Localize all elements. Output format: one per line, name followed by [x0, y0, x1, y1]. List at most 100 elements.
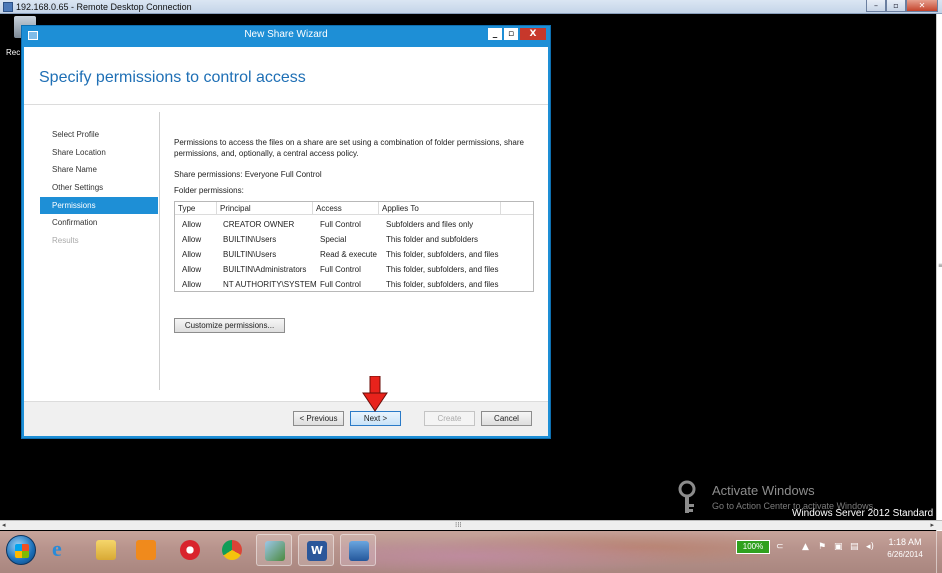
file-explorer-icon [96, 540, 116, 560]
table-header: Type Principal Access Applies To [175, 202, 533, 215]
nav-step-other-settings[interactable]: Other Settings [40, 179, 158, 196]
scroll-grip-icon[interactable]: ⁞⁞⁞ [455, 521, 462, 529]
nav-step-permissions[interactable]: Permissions [40, 197, 158, 214]
table-row[interactable]: Allow NT AUTHORITY\SYSTEM Full Control T… [175, 277, 533, 292]
start-button[interactable] [6, 535, 36, 565]
wizard-footer: < Previous Next > Create Cancel [24, 401, 548, 436]
wizard-content: Permissions to access the files on a sha… [174, 112, 536, 390]
photos-button[interactable] [256, 534, 292, 566]
annotation-arrow-icon [362, 376, 388, 412]
internet-explorer-button[interactable]: e [44, 534, 80, 566]
column-header-applies-to[interactable]: Applies To [379, 202, 501, 215]
table-row[interactable]: Allow BUILTIN\Users Special This folder … [175, 232, 533, 247]
column-header-type[interactable]: Type [175, 202, 217, 215]
cell-type: Allow [182, 250, 202, 259]
cell-access: Read & execute [320, 250, 377, 259]
network-icon[interactable]: ▤ [850, 542, 859, 552]
cell-applies-to: Subfolders and files only [386, 220, 474, 229]
cell-access: Special [320, 235, 347, 244]
wizard-window-controls: _ ▫ X [487, 27, 547, 41]
windows-logo-icon [15, 544, 29, 558]
next-button[interactable]: Next > [350, 411, 401, 426]
share-permissions-text: Share permissions: Everyone Full Control [174, 170, 322, 179]
remote-desktop-taskbar-button[interactable] [340, 534, 376, 566]
cell-principal: NT AUTHORITY\SYSTEM [223, 280, 317, 289]
chrome-button[interactable] [214, 534, 250, 566]
show-hidden-icons-icon[interactable]: ▲ [802, 542, 809, 552]
rdp-window-title: 192.168.0.65 - Remote Desktop Connection [16, 2, 192, 12]
previous-button[interactable]: < Previous [293, 411, 344, 426]
internet-explorer-icon: e [52, 536, 62, 561]
nav-step-confirmation[interactable]: Confirmation [40, 214, 158, 231]
new-share-wizard-window: New Share Wizard _ ▫ X Specify permissio… [21, 25, 551, 439]
activate-windows-title: Activate Windows [712, 483, 815, 498]
windows-edition-label: Windows Server 2012 Standard [792, 508, 934, 519]
folder-permissions-label: Folder permissions: [174, 186, 244, 195]
wizard-client-area: Specify permissions to control access Se… [24, 47, 548, 436]
column-header-access[interactable]: Access [313, 202, 379, 215]
table-row[interactable]: Allow CREATOR OWNER Full Control Subfold… [175, 217, 533, 232]
battery-indicator[interactable]: 100% [736, 540, 770, 554]
cell-applies-to: This folder, subfolders, and files [386, 265, 499, 274]
volume-icon[interactable]: ◂) [866, 542, 874, 552]
table-row[interactable]: Allow BUILTIN\Administrators Full Contro… [175, 262, 533, 277]
cell-applies-to: This folder, subfolders, and files [386, 250, 499, 259]
chrome-alt-icon [180, 540, 200, 560]
permissions-description: Permissions to access the files on a sha… [174, 138, 524, 158]
chrome-icon [222, 540, 242, 560]
nav-step-share-name[interactable]: Share Name [40, 161, 158, 178]
power-plug-icon[interactable]: ⊂ [776, 542, 784, 552]
remote-desktop-icon [349, 541, 369, 561]
folder-permissions-table[interactable]: Type Principal Access Applies To Allow C… [174, 201, 534, 292]
taskbar-wallpaper [340, 531, 760, 573]
word-icon: W [307, 541, 327, 561]
table-row[interactable]: Allow BUILTIN\Users Read & execute This … [175, 247, 533, 262]
key-icon [678, 480, 696, 513]
cell-type: Allow [182, 280, 202, 289]
word-button[interactable]: W [298, 534, 334, 566]
media-player-icon [136, 540, 156, 560]
media-player-button[interactable] [128, 534, 164, 566]
cell-type: Allow [182, 220, 202, 229]
remote-desktop-icon [3, 2, 13, 12]
rdp-restore-button[interactable]: ▫ [886, 0, 906, 12]
wizard-title: New Share Wizard [244, 29, 328, 40]
customize-permissions-button[interactable]: Customize permissions... [174, 318, 285, 333]
page-title: Specify permissions to control access [39, 69, 306, 86]
taskbar: e W 100% ⊂ ▲ ⚑ ▣ ▤ ◂) 1:18 AM 6/26/2014 [0, 531, 942, 573]
create-button: Create [424, 411, 475, 426]
show-desktop-button[interactable] [936, 531, 942, 573]
cell-access: Full Control [320, 220, 361, 229]
clock-time[interactable]: 1:18 AM [878, 537, 932, 547]
cell-access: Full Control [320, 265, 361, 274]
wizard-close-button[interactable]: X [519, 27, 547, 41]
rdp-titlebar: 192.168.0.65 - Remote Desktop Connection… [0, 0, 942, 14]
photos-icon [265, 541, 285, 561]
wizard-minimize-button[interactable]: _ [487, 27, 503, 41]
rdp-minimize-button[interactable]: – [866, 0, 886, 12]
nav-step-share-location[interactable]: Share Location [40, 144, 158, 161]
rdp-vertical-scrollbar[interactable]: ≡ [936, 14, 942, 533]
wizard-step-nav: Select Profile Share Location Share Name… [40, 112, 160, 390]
action-center-flag-icon[interactable]: ⚑ [818, 542, 826, 552]
wizard-maximize-button[interactable]: ▫ [503, 27, 519, 41]
wizard-titlebar: New Share Wizard _ ▫ X [22, 26, 550, 47]
device-icon[interactable]: ▣ [834, 542, 843, 552]
cell-principal: CREATOR OWNER [223, 220, 295, 229]
file-explorer-button[interactable] [88, 534, 124, 566]
cancel-button[interactable]: Cancel [481, 411, 532, 426]
wizard-header: Specify permissions to control access [24, 47, 548, 105]
cell-principal: BUILTIN\Administrators [223, 265, 307, 274]
scroll-left-icon[interactable]: ◂ [2, 521, 6, 529]
cell-access: Full Control [320, 280, 361, 289]
cell-applies-to: This folder, subfolders, and files [386, 280, 499, 289]
rdp-close-button[interactable]: ✕ [906, 0, 938, 12]
nav-step-select-profile[interactable]: Select Profile [40, 126, 158, 143]
cell-principal: BUILTIN\Users [223, 250, 277, 259]
clock-date[interactable]: 6/26/2014 [878, 550, 932, 559]
column-header-principal[interactable]: Principal [217, 202, 313, 215]
app-button[interactable] [172, 534, 208, 566]
system-tray: 100% ⊂ ▲ ⚑ ▣ ▤ ◂) 1:18 AM 6/26/2014 [732, 531, 942, 573]
scroll-right-icon[interactable]: ▸ [930, 521, 934, 529]
cell-type: Allow [182, 235, 202, 244]
